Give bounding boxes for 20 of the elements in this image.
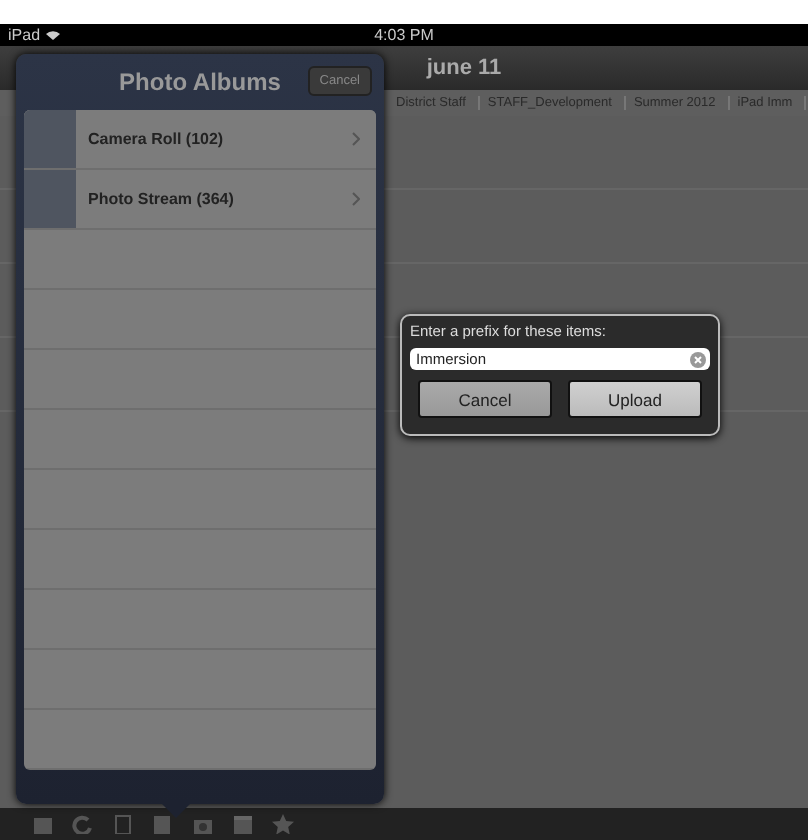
dialog-button[interactable]: Upload xyxy=(568,380,702,418)
refresh-icon[interactable] xyxy=(72,814,94,834)
album-name: Photo Stream (364) xyxy=(88,190,236,208)
photo-placeholder xyxy=(24,110,76,168)
popover-pointer xyxy=(160,802,192,818)
dialog-button[interactable]: Cancel xyxy=(418,380,552,418)
chevron-icon xyxy=(352,132,360,146)
device-name: iPad xyxy=(8,26,41,44)
status-time: 4:03 PM xyxy=(374,26,434,44)
chevron-icon xyxy=(352,192,360,206)
album-name: Camera Roll (102) xyxy=(88,130,226,148)
document-icon[interactable] xyxy=(112,814,134,834)
album-row[interactable]: Camera Roll (102) xyxy=(24,110,376,170)
wifi-icon xyxy=(46,30,61,40)
clear-icon[interactable] xyxy=(690,351,706,367)
nav-title: june 11 xyxy=(426,56,502,80)
star-icon[interactable] xyxy=(272,814,294,834)
camera-icon[interactable] xyxy=(192,814,214,834)
popover-title: Photo Albums xyxy=(119,68,281,96)
photo-placeholder xyxy=(24,170,76,228)
